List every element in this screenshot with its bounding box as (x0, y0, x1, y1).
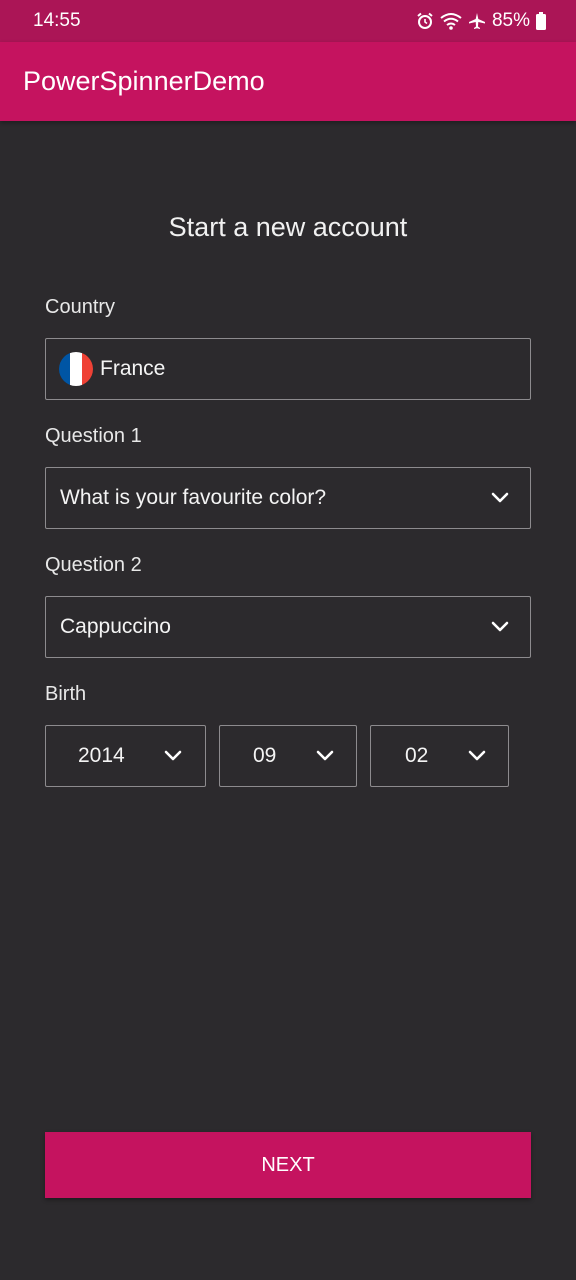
question1-label: Question 1 (45, 425, 142, 447)
chevron-down-icon (315, 744, 335, 768)
question1-spinner[interactable]: What is your favourite color? (45, 467, 531, 529)
flag-stripe-white (70, 352, 82, 386)
country-spinner[interactable]: France (45, 338, 531, 400)
airplane-icon (468, 12, 486, 30)
question2-spinner[interactable]: Cappuccino (45, 596, 531, 658)
birth-month-value: 09 (253, 744, 277, 767)
battery-percent: 85% (491, 10, 530, 31)
status-bar: 14:55 85% (0, 0, 576, 42)
country-value: France (100, 357, 166, 380)
birth-day-value: 02 (405, 744, 429, 767)
alarm-icon (416, 12, 434, 30)
question1-value: What is your favourite color? (60, 486, 327, 509)
status-icons: 85% (416, 10, 546, 32)
birth-day-spinner[interactable]: 02 (370, 725, 509, 787)
chevron-down-icon (163, 744, 183, 768)
next-button[interactable]: NEXT (45, 1132, 531, 1198)
question2-value: Cappuccino (60, 615, 171, 638)
country-label: Country (45, 296, 116, 318)
chevron-down-icon (467, 744, 487, 768)
flag-stripe-blue (59, 352, 71, 386)
birth-year-spinner[interactable]: 2014 (45, 725, 206, 787)
birth-year-value: 2014 (78, 744, 125, 767)
wifi-icon (440, 12, 462, 30)
page-title: Start a new account (168, 212, 408, 242)
status-time: 14:55 (33, 10, 81, 31)
chevron-down-icon (490, 486, 510, 510)
flag-stripe-red (81, 352, 93, 386)
battery-icon (536, 12, 546, 30)
france-flag-icon (59, 352, 93, 386)
chevron-down-icon (490, 615, 510, 639)
app-title: PowerSpinnerDemo (23, 66, 265, 96)
app-bar: PowerSpinnerDemo (0, 42, 576, 121)
question2-label: Question 2 (45, 554, 142, 576)
birth-label: Birth (45, 683, 87, 705)
birth-month-spinner[interactable]: 09 (219, 725, 357, 787)
